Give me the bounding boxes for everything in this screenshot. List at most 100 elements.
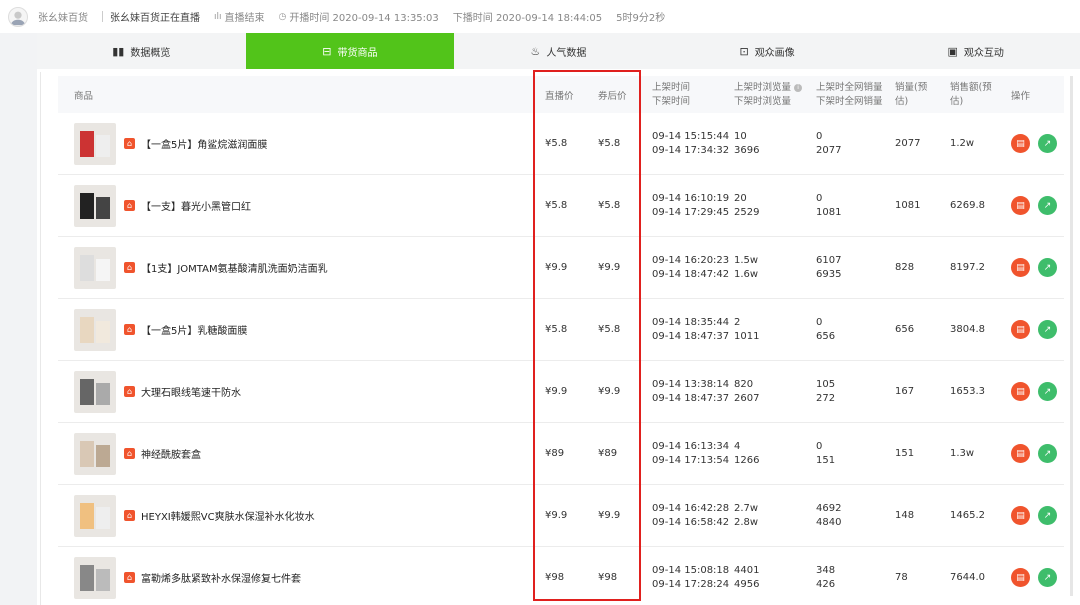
shop-icon: ⌂ [124, 510, 135, 521]
product-thumbnail[interactable] [74, 494, 116, 537]
flame-icon: ♨ [530, 44, 541, 58]
live-status: 直播结束 [224, 13, 265, 24]
live-title: 张幺妹百货正在直播 [110, 13, 200, 24]
tab-bar: ▮▮ 数据概览 ⊟ 带货商品 ♨ 人气数据 ⊡ 观众画像 ▣ 观众互动 [37, 33, 1080, 69]
time-cell: 09-14 16:20:23 09-14 18:47:42 [652, 254, 730, 280]
shop-icon: ⌂ [124, 448, 135, 459]
tab-audience-interaction[interactable]: ▣ 观众互动 [871, 33, 1080, 69]
streamer-name[interactable]: 张幺妹百货 [38, 9, 88, 24]
product-name[interactable]: HEYXI韩媛熙VC爽肤水保湿补水化妆水 [141, 508, 315, 523]
amount-cell: 6269.8 [950, 199, 985, 211]
shop-detail-icon[interactable]: ▤ [1011, 258, 1030, 277]
trend-chart-icon[interactable]: ↗ [1038, 134, 1057, 153]
time-cell: 09-14 16:10:19 09-14 17:29:45 [652, 192, 730, 218]
volume-cell: 828 [895, 261, 915, 273]
shop-icon: ⌂ [124, 200, 135, 211]
product-name[interactable]: 【一盒5片】角鲨烷滋润面膜 [141, 136, 267, 151]
volume-cell: 2077 [895, 137, 921, 149]
shop-detail-icon[interactable]: ▤ [1011, 444, 1030, 463]
views-cell: 1.5w 1.6w [734, 254, 759, 280]
sales-cell: 105 272 [816, 378, 836, 404]
sales-cell: 0 1081 [816, 192, 842, 218]
amount-cell: 3804.8 [950, 323, 985, 335]
sales-cell: 0 2077 [816, 130, 842, 156]
time-cell: 09-14 18:35:44 09-14 18:47:37 [652, 316, 730, 342]
live-header: 张幺妹百货 张幺妹百货正在直播 ılı 直播结束 ◷ 开播时间 2020-09-14… [0, 0, 1080, 33]
chat-icon: ▣ [947, 44, 958, 58]
shop-detail-icon[interactable]: ▤ [1011, 134, 1030, 153]
amount-cell: 1465.2 [950, 509, 985, 521]
amount-cell: 7644.0 [950, 571, 985, 583]
volume-cell: 148 [895, 509, 915, 521]
product-name[interactable]: 神经酰胺套盒 [141, 446, 201, 461]
views-cell: 10 3696 [734, 130, 760, 156]
sales-cell: 348 426 [816, 564, 836, 590]
time-cell: 09-14 15:15:44 09-14 17:34:32 [652, 130, 730, 156]
product-thumbnail[interactable] [74, 246, 116, 289]
product-thumbnail[interactable] [74, 432, 116, 475]
tab-overview[interactable]: ▮▮ 数据概览 [37, 33, 246, 69]
views-cell: 4 1266 [734, 440, 760, 466]
amount-cell: 8197.2 [950, 261, 985, 273]
sales-cell: 0 656 [816, 316, 836, 342]
product-name[interactable]: 富勒烯多肽紧致补水保湿修复七件套 [141, 570, 301, 585]
shop-icon: ⌂ [124, 572, 135, 583]
time-cell: 09-14 15:08:18 09-14 17:28:24 [652, 564, 730, 590]
time-cell: 09-14 16:42:28 09-14 16:58:42 [652, 502, 730, 528]
portrait-icon: ⊡ [739, 44, 749, 58]
shop-detail-icon[interactable]: ▤ [1011, 320, 1030, 339]
trend-chart-icon[interactable]: ↗ [1038, 258, 1057, 277]
trend-chart-icon[interactable]: ↗ [1038, 568, 1057, 587]
shop-detail-icon[interactable]: ▤ [1011, 196, 1030, 215]
divider [102, 11, 103, 22]
shop-detail-icon[interactable]: ▤ [1011, 506, 1030, 525]
product-thumbnail[interactable] [74, 308, 116, 351]
shop-icon: ⌂ [124, 138, 135, 149]
avatar-icon [10, 11, 26, 25]
trend-chart-icon[interactable]: ↗ [1038, 506, 1057, 525]
bar-chart-icon: ▮▮ [112, 44, 125, 58]
price-highlight-box [533, 70, 641, 601]
trend-chart-icon[interactable]: ↗ [1038, 196, 1057, 215]
shopping-bag-icon: ⊟ [322, 44, 332, 58]
shop-icon: ⌂ [124, 262, 135, 273]
tab-products[interactable]: ⊟ 带货商品 [245, 33, 455, 69]
tab-audience-portrait[interactable]: ⊡ 观众画像 [663, 33, 872, 69]
product-thumbnail[interactable] [74, 556, 116, 599]
volume-cell: 1081 [895, 199, 921, 211]
avatar[interactable] [8, 6, 28, 27]
amount-cell: 1653.3 [950, 385, 985, 397]
product-name[interactable]: 【一盒5片】乳糖酸面膜 [141, 322, 247, 337]
col-views: 上架时浏览量 i 下架时浏览量 [734, 81, 803, 109]
trend-chart-icon[interactable]: ↗ [1038, 320, 1057, 339]
shop-icon: ⌂ [124, 324, 135, 335]
views-cell: 820 2607 [734, 378, 760, 404]
time-cell: 09-14 16:13:34 09-14 17:13:54 [652, 440, 730, 466]
product-thumbnail[interactable] [74, 122, 116, 165]
shop-detail-icon[interactable]: ▤ [1011, 382, 1030, 401]
divider [40, 72, 41, 605]
product-thumbnail[interactable] [74, 184, 116, 227]
amount-cell: 1.3w [950, 447, 975, 459]
product-name[interactable]: 【一支】暮光小黑管口红 [141, 198, 251, 213]
scrollbar[interactable] [1070, 76, 1073, 596]
views-cell: 4401 4956 [734, 564, 760, 590]
amount-cell: 1.2w [950, 137, 975, 149]
product-name[interactable]: 【1支】JOMTAM氨基酸清肌洗面奶洁面乳 [141, 260, 328, 275]
views-cell: 2.7w 2.8w [734, 502, 759, 528]
sales-cell: 4692 4840 [816, 502, 842, 528]
shop-detail-icon[interactable]: ▤ [1011, 568, 1030, 587]
time-cell: 09-14 13:38:14 09-14 18:47:37 [652, 378, 730, 404]
trend-chart-icon[interactable]: ↗ [1038, 444, 1057, 463]
trend-chart-icon[interactable]: ↗ [1038, 382, 1057, 401]
views-cell: 20 2529 [734, 192, 760, 218]
product-thumbnail[interactable] [74, 370, 116, 413]
tab-popularity[interactable]: ♨ 人气数据 [454, 33, 663, 69]
col-sales: 上架时全网销量 下架时全网销量 [816, 81, 883, 107]
col-ops: 操作 [1011, 90, 1031, 102]
product-name[interactable]: 大理石眼线笔速干防水 [141, 384, 241, 399]
volume-cell: 167 [895, 385, 915, 397]
info-icon[interactable]: i [794, 83, 803, 92]
views-cell: 2 1011 [734, 316, 760, 342]
shop-icon: ⌂ [124, 386, 135, 397]
